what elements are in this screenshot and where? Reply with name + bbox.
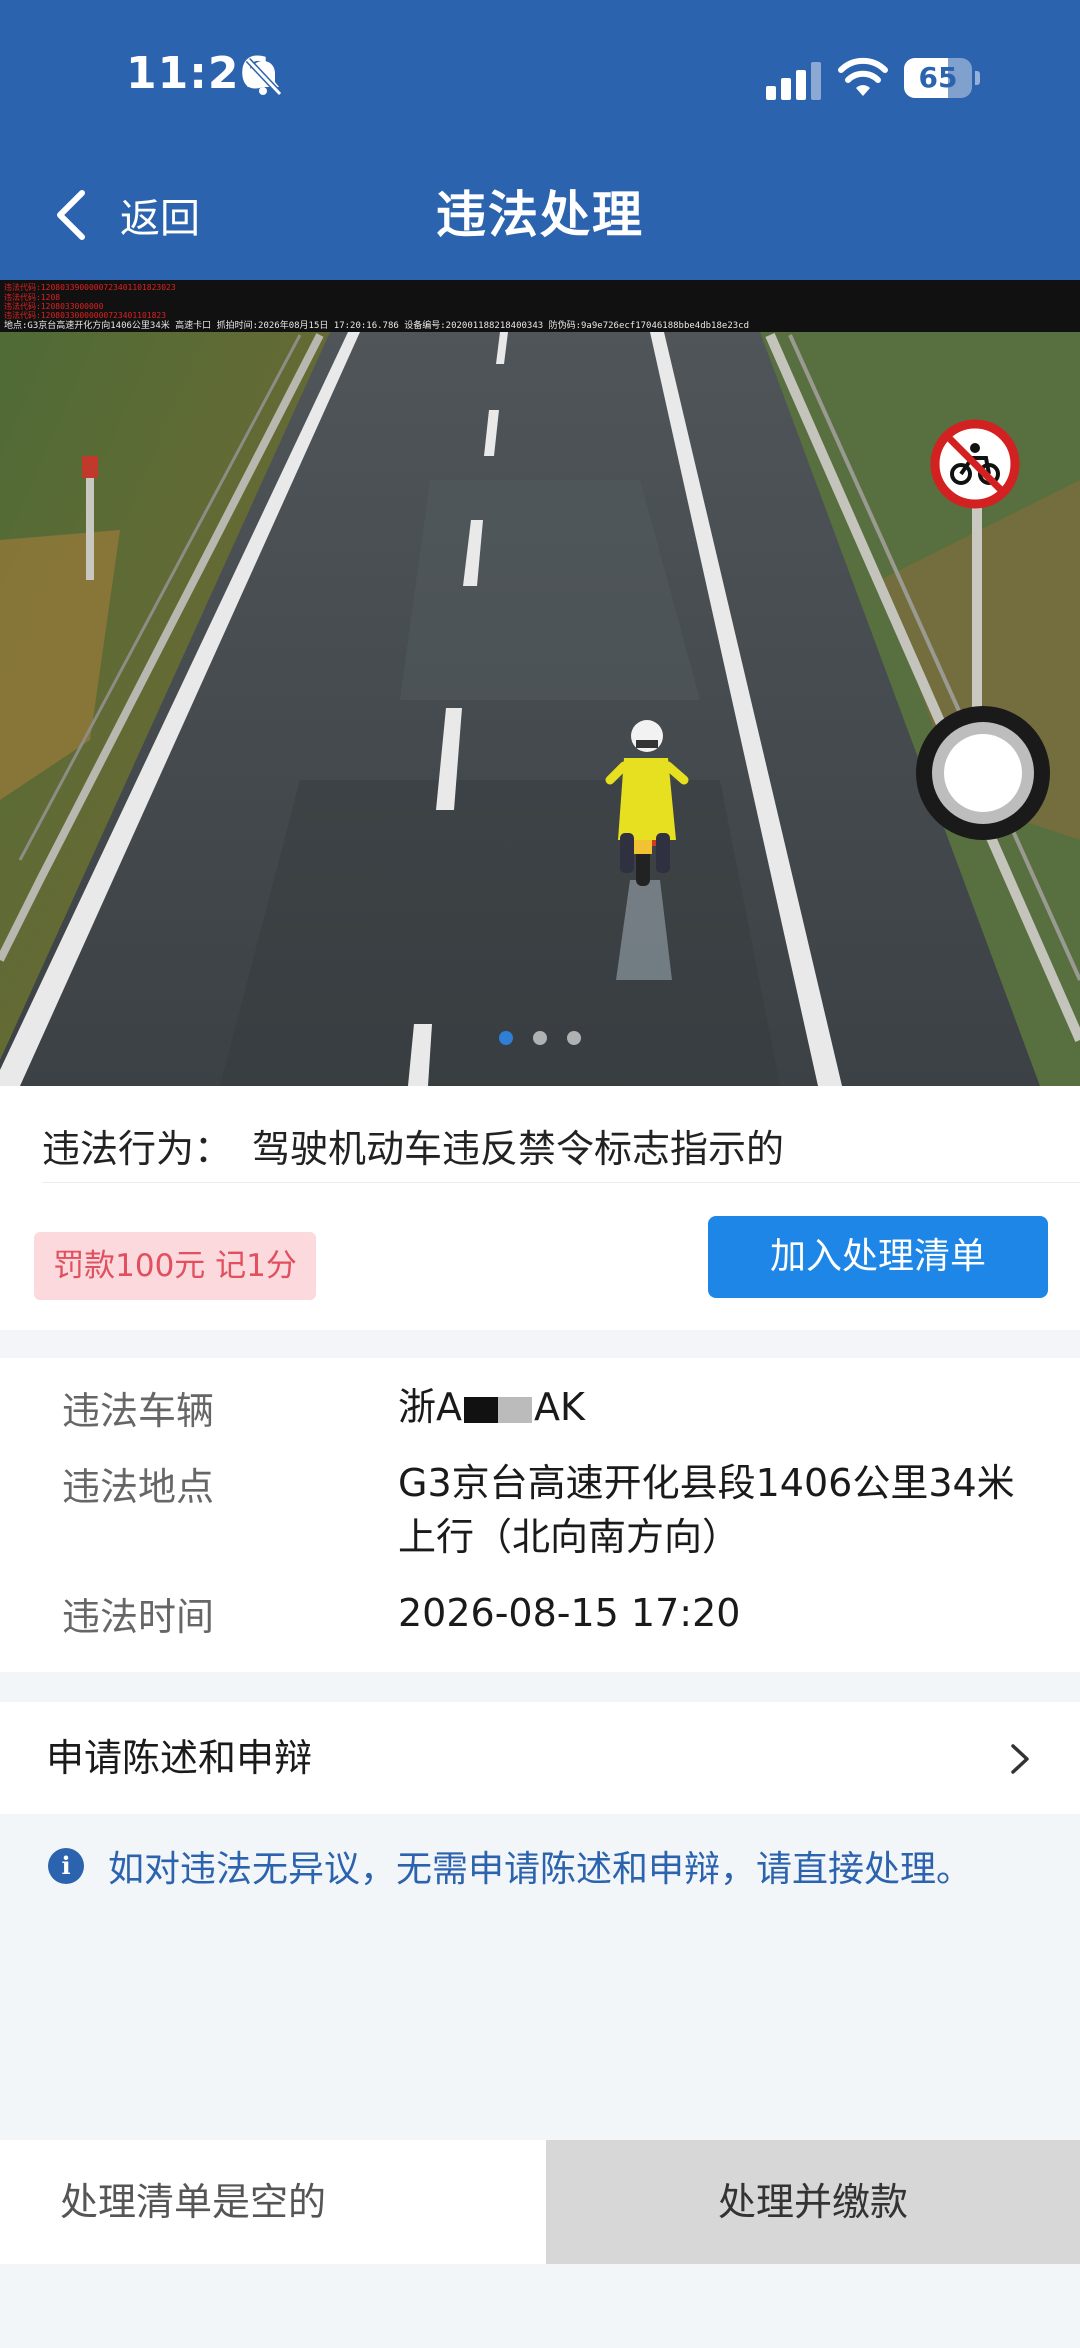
violation-photo	[0, 280, 1080, 1086]
plate-mask	[464, 1396, 532, 1423]
time-value: 2026-08-15 17:20	[398, 1591, 741, 1635]
carousel-dot-3[interactable]	[567, 1031, 581, 1045]
carousel-dot-2[interactable]	[533, 1031, 547, 1045]
location-value: G3京台高速开化县段1406公里34米 上行（北向南方向）	[398, 1456, 1058, 1564]
violation-details: 违法车辆 浙A AK 违法地点 G3京台高速开化县段1406公里34米 上行（北向南…	[0, 1358, 1080, 1672]
carousel-dots	[0, 1030, 1080, 1049]
bell-off-icon	[245, 57, 283, 97]
penalty-badge: 罚款100元 记1分	[34, 1232, 316, 1300]
plate-prefix: 浙A	[398, 1385, 462, 1429]
camera-button[interactable]	[916, 706, 1050, 840]
battery-cap	[975, 71, 980, 85]
camera-button-ring	[932, 722, 1034, 824]
battery-icon: 65	[904, 58, 980, 98]
location-label: 违法地点	[62, 1465, 215, 1509]
photo-overlay-red-3: 违法代码:1208033000000	[4, 302, 104, 311]
violation-photo-carousel[interactable]: 违法代码:1208033900000723401101823023 违法代码:1…	[0, 280, 1080, 1086]
carousel-dot-1[interactable]	[499, 1031, 513, 1045]
process-and-pay-button[interactable]: 处理并缴款	[546, 2140, 1080, 2264]
battery-percent: 65	[918, 61, 958, 94]
plate-suffix: AK	[534, 1385, 585, 1429]
battery-body: 65	[904, 58, 972, 98]
violation-behavior-value: 驾驶机动车违反禁令标志指示的	[252, 1127, 785, 1171]
location-line-1: G3京台高速开化县段1406公里34米	[398, 1461, 1015, 1505]
signal-icon	[766, 62, 821, 100]
chevron-right-icon	[1011, 1744, 1029, 1774]
info-notice: i 如对违法无异议，无需申请陈述和申辩，请直接处理。	[48, 1842, 972, 1890]
page-title: 违法处理	[436, 186, 644, 244]
info-text: 如对违法无异议，无需申请陈述和申辩，请直接处理。	[108, 1849, 973, 1890]
vehicle-label: 违法车辆	[62, 1389, 215, 1433]
camera-button-core	[944, 734, 1022, 812]
violation-card: 违法行为： 驾驶机动车违反禁令标志指示的 罚款100元 记1分 加入处理清单	[0, 1086, 1080, 1330]
photo-overlay-red-4: 违法代码:12080330000000723401101823	[4, 311, 167, 320]
photo-overlay-info: 地点:G3京台高速开化方向1406公里34米 高速卡口 抓拍时间:2026年08…	[4, 321, 749, 331]
photo-overlay-red-2: 违法代码:1208	[4, 293, 61, 302]
appeal-row[interactable]: 申请陈述和申辩	[0, 1702, 1080, 1814]
divider	[42, 1182, 1080, 1183]
violation-behavior-label: 违法行为：	[42, 1127, 233, 1171]
app-header: 11:26 65 返回 违法处理	[0, 0, 1080, 280]
info-icon: i	[48, 1848, 84, 1884]
violation-behavior-row: 违法行为： 驾驶机动车违反禁令标志指示的	[42, 1118, 784, 1173]
list-status: 处理清单是空的	[60, 2180, 327, 2224]
vehicle-value: 浙A AK	[398, 1380, 1058, 1434]
time-label: 违法时间	[62, 1595, 215, 1639]
wifi-icon	[838, 57, 888, 96]
appeal-label: 申请陈述和申辩	[46, 1736, 313, 1780]
add-to-list-button[interactable]: 加入处理清单	[708, 1216, 1048, 1298]
photo-overlay-red-1: 违法代码:1208033900000723401101823023	[4, 283, 176, 292]
location-line-2: 上行（北向南方向）	[398, 1515, 741, 1559]
bottom-bar: 处理清单是空的 处理并缴款	[0, 2140, 1080, 2264]
